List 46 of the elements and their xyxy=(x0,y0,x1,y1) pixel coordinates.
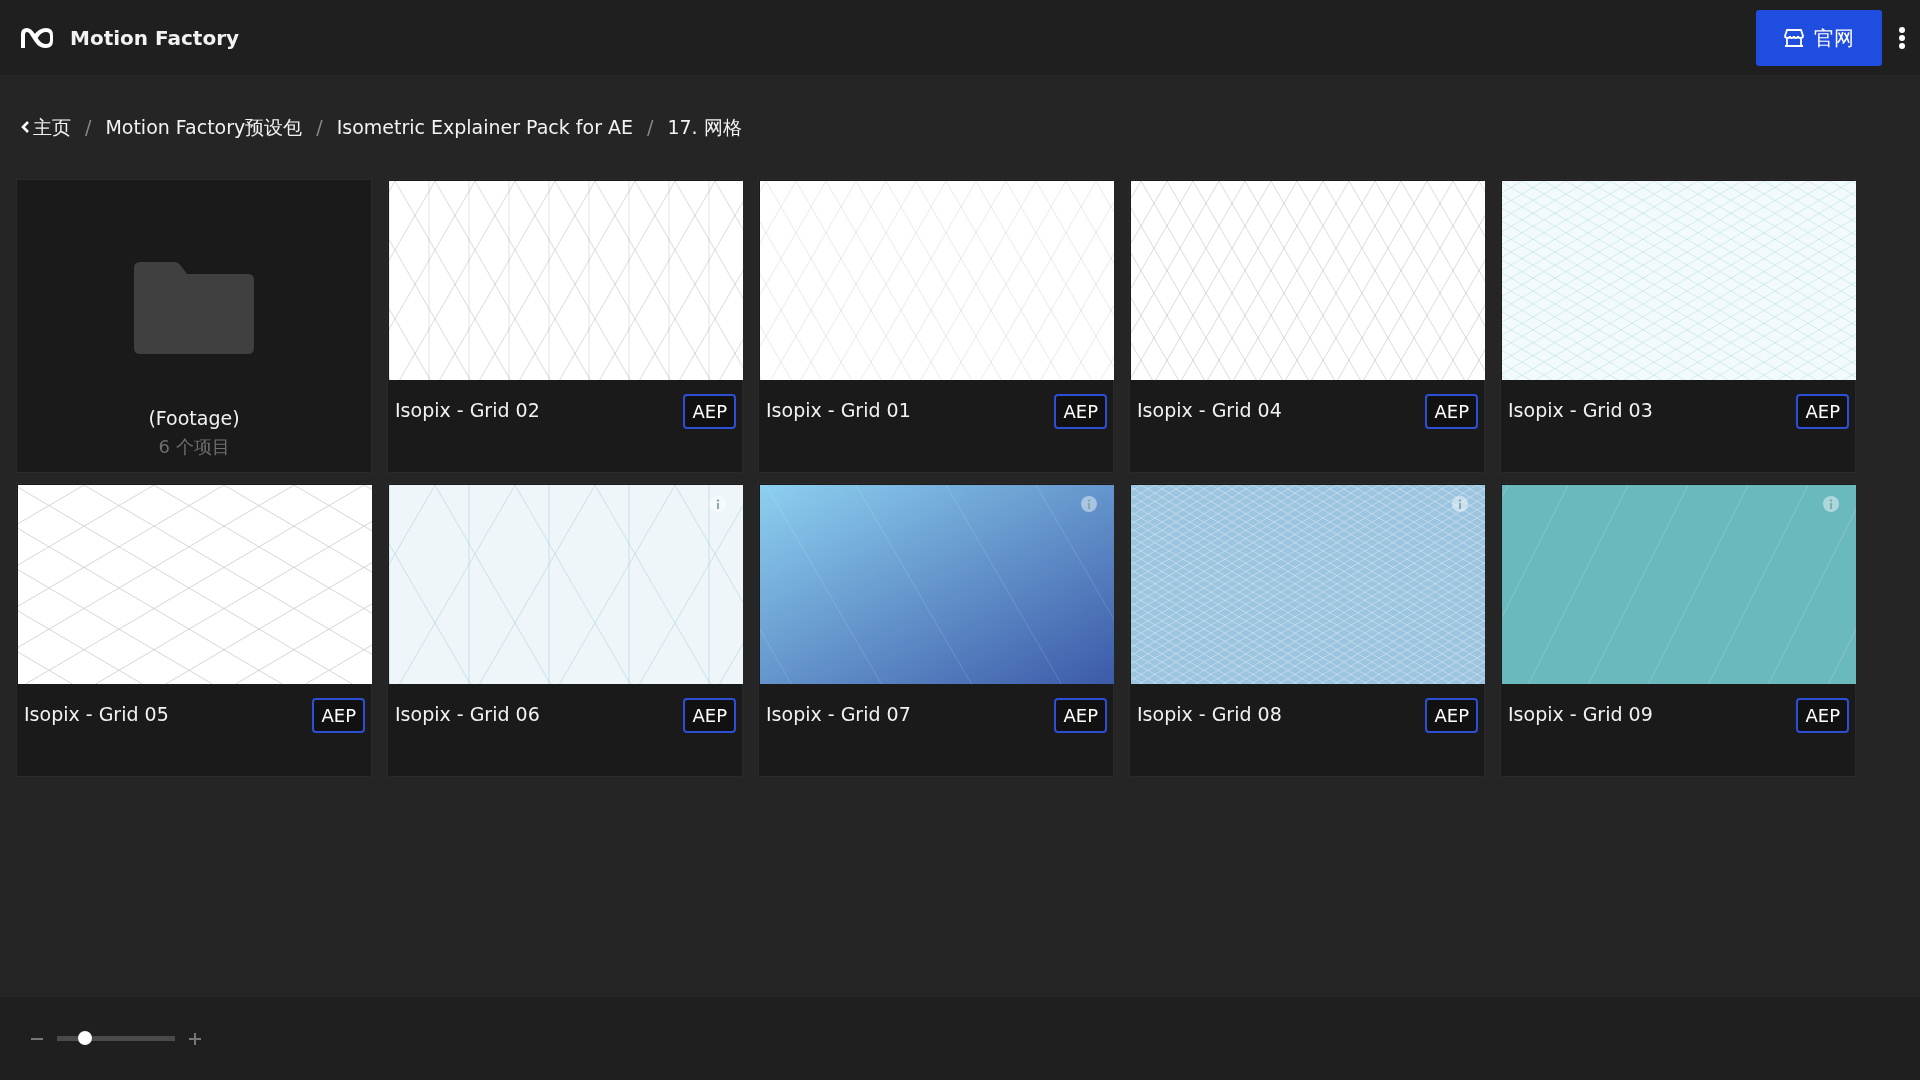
file-name: Isopix - Grid 06 xyxy=(395,702,540,727)
file-name: Isopix - Grid 02 xyxy=(395,398,540,423)
breadcrumb-link[interactable]: Isometric Explainer Pack for AE xyxy=(336,112,634,142)
file-type-tag: AEP xyxy=(1425,394,1478,429)
file-type-tag: AEP xyxy=(1796,394,1849,429)
item-card[interactable]: Isopix - Grid 08 AEP xyxy=(1129,483,1485,777)
file-type-tag: AEP xyxy=(683,394,736,429)
folder-name: (Footage) xyxy=(148,406,240,431)
website-button[interactable]: 官网 xyxy=(1756,9,1882,66)
item-card[interactable]: Isopix - Grid 07 AEP xyxy=(758,483,1114,777)
app-title: Motion Factory xyxy=(70,24,240,52)
file-type-tag: AEP xyxy=(1796,698,1849,733)
breadcrumb-separator: / xyxy=(85,114,92,140)
file-name: Isopix - Grid 01 xyxy=(766,398,911,423)
item-card[interactable]: Isopix - Grid 03 AEP xyxy=(1500,179,1856,473)
breadcrumb-separator: / xyxy=(647,114,654,140)
breadcrumb-link[interactable]: 17. 网格 xyxy=(667,112,742,142)
item-card[interactable]: Isopix - Grid 02 AEP xyxy=(387,179,743,473)
item-card[interactable]: Isopix - Grid 09 AEP xyxy=(1500,483,1856,777)
info-icon[interactable] xyxy=(1452,496,1468,512)
file-name: Isopix - Grid 04 xyxy=(1137,398,1282,423)
file-name: Isopix - Grid 07 xyxy=(766,702,911,727)
folder-icon xyxy=(134,262,254,354)
item-card[interactable]: Isopix - Grid 05 AEP xyxy=(16,483,372,777)
item-card[interactable]: Isopix - Grid 01 AEP xyxy=(758,179,1114,473)
file-name: Isopix - Grid 03 xyxy=(1508,398,1653,423)
item-card[interactable]: (Footage) 6 个项目 xyxy=(16,179,372,473)
breadcrumb-link[interactable]: Motion Factory预设包 xyxy=(105,112,303,142)
breadcrumb-separator: / xyxy=(316,114,323,140)
slider-thumb[interactable] xyxy=(78,1031,93,1045)
more-menu-icon[interactable] xyxy=(1898,25,1906,50)
item-card[interactable]: Isopix - Grid 04 AEP xyxy=(1129,179,1485,473)
breadcrumb-link[interactable]: 主页 xyxy=(20,112,71,142)
file-name: Isopix - Grid 08 xyxy=(1137,702,1282,727)
file-type-tag: AEP xyxy=(683,698,736,733)
file-type-tag: AEP xyxy=(312,698,365,733)
item-count: 6 个项目 xyxy=(158,434,230,459)
file-type-tag: AEP xyxy=(1425,698,1478,733)
zoom-in-icon[interactable] xyxy=(188,1031,202,1046)
item-card[interactable]: Isopix - Grid 06 AEP xyxy=(387,483,743,777)
file-type-tag: AEP xyxy=(1054,394,1107,429)
file-type-tag: AEP xyxy=(1054,698,1107,733)
file-name: Isopix - Grid 05 xyxy=(24,702,169,727)
store-icon xyxy=(1784,27,1804,48)
file-name: Isopix - Grid 09 xyxy=(1508,702,1653,727)
info-icon[interactable] xyxy=(710,496,726,512)
